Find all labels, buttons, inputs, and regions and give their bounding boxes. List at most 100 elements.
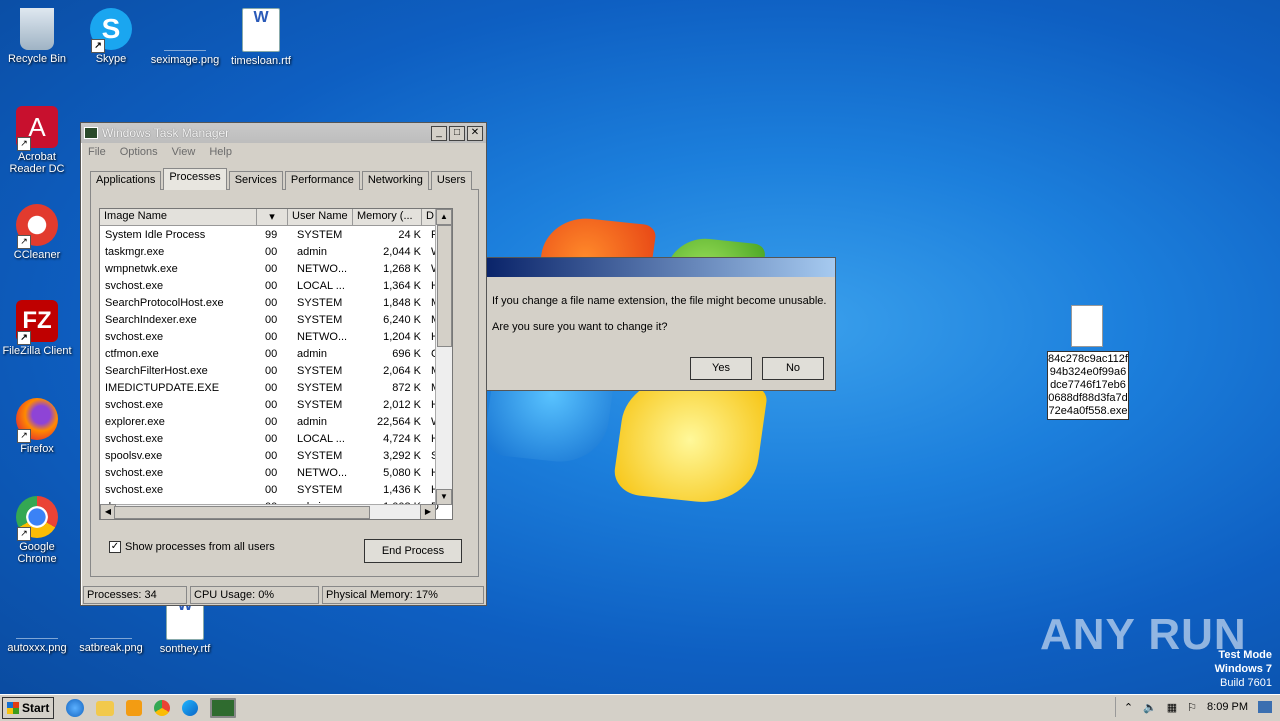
process-user: NETWO... xyxy=(297,466,348,479)
desktop-icon-timesloan[interactable]: W timesloan.rtf xyxy=(224,8,298,67)
dialog-titlebar[interactable] xyxy=(487,258,835,277)
test-mode-text: Test Mode Windows 7 Build 7601 xyxy=(1215,648,1272,690)
column-memory[interactable]: Memory (... xyxy=(353,209,422,225)
windows-flag-icon xyxy=(7,702,19,714)
menu-view[interactable]: View xyxy=(172,146,196,158)
scroll-up-arrow-icon[interactable]: ▲ xyxy=(436,209,452,225)
table-row[interactable]: spoolsv.exe00SYSTEM3,292 KS xyxy=(100,447,452,464)
process-name: svchost.exe xyxy=(105,483,164,496)
table-row[interactable]: svchost.exe00NETWO...1,204 KH xyxy=(100,328,452,345)
process-name: SearchFilterHost.exe xyxy=(105,364,208,377)
no-button[interactable]: No xyxy=(762,357,824,380)
menu-file[interactable]: File xyxy=(88,146,106,158)
test-mode-line: Test Mode xyxy=(1218,649,1272,661)
table-row[interactable]: wmpnetwk.exe00NETWO...1,268 KW xyxy=(100,260,452,277)
process-user: SYSTEM xyxy=(297,381,343,394)
tab-processes[interactable]: Processes xyxy=(163,168,227,190)
network-icon[interactable]: ▦ xyxy=(1167,701,1177,714)
tab-users[interactable]: Users xyxy=(430,171,472,190)
icon-label: satbreak.png xyxy=(79,642,143,654)
tab-performance[interactable]: Performance xyxy=(284,171,360,190)
maximize-button[interactable]: □ xyxy=(449,125,465,141)
desktop-icon-firefox[interactable]: ↗ Firefox xyxy=(0,398,74,455)
chrome-taskbar-icon[interactable] xyxy=(154,700,171,716)
desktop-icon-chrome[interactable]: ↗ Google Chrome xyxy=(0,496,74,565)
table-row[interactable]: svchost.exe00NETWO...5,080 KH xyxy=(100,464,452,481)
scroll-down-arrow-icon[interactable]: ▼ xyxy=(436,489,452,505)
internet-explorer-icon[interactable] xyxy=(66,699,85,717)
table-row[interactable]: IMEDICTUPDATE.EXE00SYSTEM872 KM xyxy=(100,379,452,396)
edge-icon[interactable] xyxy=(182,700,199,716)
process-user: SYSTEM xyxy=(297,296,343,309)
tab-services[interactable]: Services xyxy=(228,171,283,190)
tab-networking[interactable]: Networking xyxy=(361,171,429,190)
menu-help[interactable]: Help xyxy=(209,146,232,158)
table-row[interactable]: ctfmon.exe00admin696 KC xyxy=(100,345,452,362)
yes-button[interactable]: Yes xyxy=(690,357,752,380)
column-user-name[interactable]: User Name xyxy=(288,209,353,225)
table-row[interactable]: System Idle Process99SYSTEM24 KP xyxy=(100,226,452,243)
desktop-icon-autoxxx[interactable]: autoxxx.png xyxy=(0,596,74,654)
table-row[interactable]: explorer.exe00admin22,564 KW xyxy=(100,413,452,430)
column-image-name[interactable]: Image Name xyxy=(100,209,257,225)
desktop-icon-skype[interactable]: S ↗ Skype xyxy=(74,8,148,65)
exe-file-label[interactable]: 84c278c9ac112f94b324e0f99a6dce7746f17eb6… xyxy=(1047,351,1129,420)
horizontal-scroll-thumb[interactable] xyxy=(114,506,370,519)
process-cpu: 00 xyxy=(265,245,278,258)
table-row[interactable]: SearchIndexer.exe00SYSTEM6,240 KM xyxy=(100,311,452,328)
tab-applications[interactable]: Applications xyxy=(90,171,162,190)
desktop-icon-acrobat[interactable]: A ↗ Acrobat Reader DC xyxy=(0,106,74,175)
table-row[interactable]: taskmgr.exe00admin2,044 KW xyxy=(100,243,452,260)
start-button[interactable]: Start xyxy=(2,697,55,719)
volume-icon[interactable]: 🔈 xyxy=(1143,701,1157,714)
process-name: wmpnetwk.exe xyxy=(105,262,178,275)
acrobat-icon: A ↗ xyxy=(16,106,58,151)
icon-label: Firefox xyxy=(20,443,54,455)
process-user: SYSTEM xyxy=(297,398,343,411)
horizontal-scrollbar[interactable]: ◀ ▶ xyxy=(100,504,436,519)
exe-file-icon[interactable] xyxy=(1071,305,1103,347)
process-memory: 24 K xyxy=(398,228,421,241)
minimize-button[interactable]: _ xyxy=(431,125,447,141)
process-name: explorer.exe xyxy=(105,415,165,428)
task-manager-titlebar[interactable]: Windows Task Manager _ □ ✕ xyxy=(81,123,486,143)
table-row[interactable]: svchost.exe00LOCAL ...4,724 KH xyxy=(100,430,452,447)
ccleaner-icon: ↗ xyxy=(16,204,58,249)
vertical-scroll-thumb[interactable] xyxy=(437,225,452,347)
table-row[interactable]: svchost.exe00LOCAL ...1,364 KH xyxy=(100,277,452,294)
table-row[interactable]: svchost.exe00SYSTEM1,436 KH xyxy=(100,481,452,498)
process-memory: 1,204 K xyxy=(383,330,421,343)
sort-arrow-icon[interactable]: ▾ xyxy=(257,209,288,225)
show-all-processes-option[interactable]: ✓ Show processes from all users xyxy=(109,541,275,553)
table-row[interactable]: SearchProtocolHost.exe00SYSTEM1,848 KM xyxy=(100,294,452,311)
icon-label: autoxxx.png xyxy=(7,642,67,654)
media-player-icon[interactable] xyxy=(126,700,143,716)
desktop-icon-seximage[interactable]: seximage.png xyxy=(148,8,222,66)
task-manager-taskbar-icon[interactable] xyxy=(210,698,237,718)
show-desktop-icon[interactable] xyxy=(1258,701,1272,713)
icon-label: FileZilla Client xyxy=(2,345,72,357)
tray-expand-icon[interactable]: ⌃ xyxy=(1124,701,1133,714)
table-row[interactable]: SearchFilterHost.exe00SYSTEM2,064 KM xyxy=(100,362,452,379)
menu-options[interactable]: Options xyxy=(120,146,158,158)
process-name: ctfmon.exe xyxy=(105,347,159,360)
status-processes: Processes: 34 xyxy=(83,586,187,604)
process-name: taskmgr.exe xyxy=(105,245,165,258)
process-cpu: 00 xyxy=(265,449,278,462)
process-name: svchost.exe xyxy=(105,432,164,445)
action-center-flag-icon[interactable]: ⚐ xyxy=(1187,701,1197,714)
file-explorer-icon[interactable] xyxy=(96,700,115,716)
process-name: svchost.exe xyxy=(105,466,164,479)
table-row[interactable]: svchost.exe00SYSTEM2,012 KH xyxy=(100,396,452,413)
close-button[interactable]: ✕ xyxy=(467,125,483,141)
end-process-button[interactable]: End Process xyxy=(364,539,462,563)
process-memory: 5,080 K xyxy=(383,466,421,479)
desktop-icon-filezilla[interactable]: FZ ↗ FileZilla Client xyxy=(0,300,74,357)
vertical-scrollbar[interactable]: ▲ ▼ xyxy=(435,209,452,505)
desktop-icon-ccleaner[interactable]: ↗ CCleaner xyxy=(0,204,74,261)
process-cpu: 00 xyxy=(265,296,278,309)
clock[interactable]: 8:09 PM xyxy=(1207,701,1248,713)
desktop-icon-recycle-bin[interactable]: Recycle Bin xyxy=(0,8,74,65)
scroll-right-arrow-icon[interactable]: ▶ xyxy=(420,504,436,519)
show-all-checkbox[interactable]: ✓ xyxy=(109,541,121,553)
